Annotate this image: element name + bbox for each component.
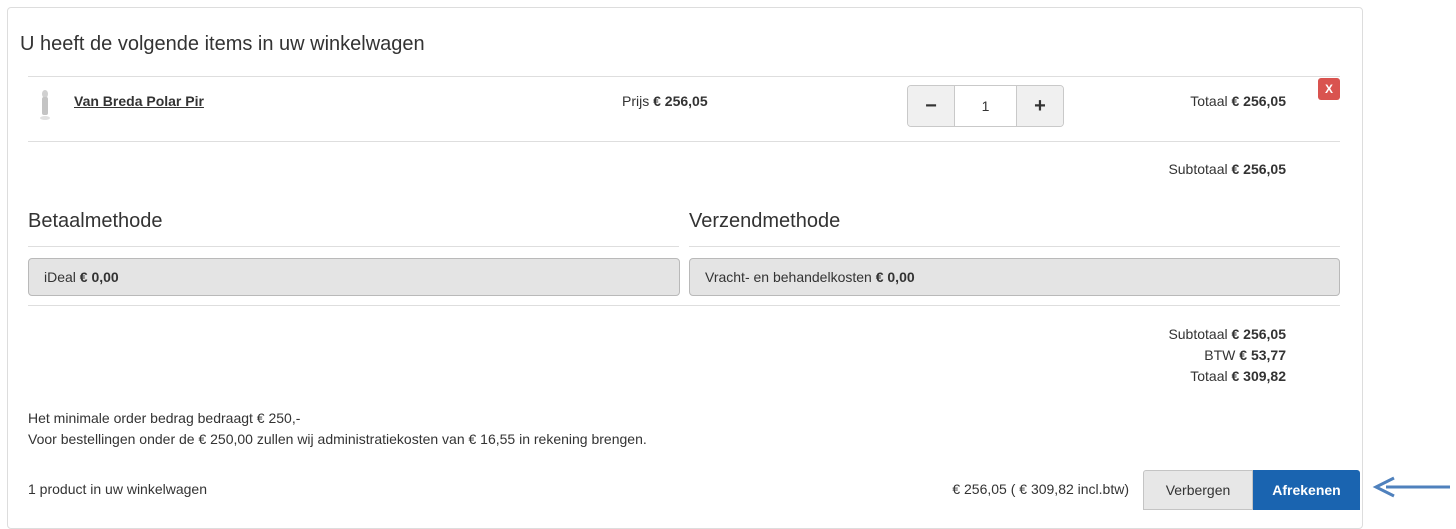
shipping-method-select[interactable]: Vracht- en behandelkosten € 0,00 <box>689 258 1340 296</box>
summary-total: Totaal € 309,82 <box>1190 368 1286 384</box>
summary-vat-value: € 53,77 <box>1239 347 1286 363</box>
divider <box>28 141 1340 142</box>
product-price: Prijs € 256,05 <box>622 93 708 109</box>
cart-subtotal-value: € 256,05 <box>1231 161 1287 177</box>
divider <box>689 246 1340 247</box>
cart-sum: € 256,05 ( € 309,82 incl.btw) <box>952 481 1129 497</box>
summary-subtotal-value: € 256,05 <box>1231 326 1287 342</box>
payment-method-select[interactable]: iDeal € 0,00 <box>28 258 680 296</box>
summary-subtotal-label: Subtotaal <box>1168 326 1228 342</box>
hide-cart-button[interactable]: Verbergen <box>1143 470 1253 510</box>
product-thumbnail[interactable] <box>38 88 52 121</box>
quantity-input[interactable] <box>955 86 1016 126</box>
payment-method-title: Betaalmethode <box>28 210 163 232</box>
checkout-button[interactable]: Afrekenen <box>1253 470 1360 510</box>
minimum-order-note: Het minimale order bedrag bedraagt € 250… <box>28 410 301 426</box>
decrease-quantity-button[interactable]: − <box>908 86 955 126</box>
shipping-method-label: Vracht- en behandelkosten <box>705 269 872 285</box>
summary-vat: BTW € 53,77 <box>1204 347 1286 363</box>
row-total: Totaal € 256,05 <box>1190 93 1286 109</box>
cart-count: 1 product in uw winkelwagen <box>28 481 207 497</box>
payment-method-amount: € 0,00 <box>79 269 119 285</box>
divider <box>28 246 679 247</box>
increase-quantity-button[interactable]: + <box>1016 86 1063 126</box>
row-total-label: Totaal <box>1190 93 1228 109</box>
quantity-stepper: − + <box>907 85 1064 127</box>
summary-total-value: € 309,82 <box>1231 368 1287 384</box>
admin-fee-note: Voor bestellingen onder de € 250,00 zull… <box>28 431 647 447</box>
shipping-method-amount: € 0,00 <box>875 269 915 285</box>
payment-method-label: iDeal <box>44 269 76 285</box>
cart-heading: U heeft de volgende items in uw winkelwa… <box>20 33 425 55</box>
row-total-value: € 256,05 <box>1231 93 1287 109</box>
divider <box>28 305 1340 306</box>
divider <box>28 76 1340 77</box>
cart-subtotal-label: Subtotaal <box>1168 161 1228 177</box>
cart-subtotal: Subtotaal € 256,05 <box>1168 161 1286 177</box>
price-value: € 256,05 <box>653 93 708 109</box>
product-name-link[interactable]: Van Breda Polar Pir <box>74 93 204 109</box>
summary-subtotal: Subtotaal € 256,05 <box>1168 326 1286 342</box>
remove-item-button[interactable]: X <box>1318 78 1340 100</box>
summary-total-label: Totaal <box>1190 368 1228 384</box>
summary-vat-label: BTW <box>1204 347 1236 363</box>
shipping-method-title: Verzendmethode <box>689 210 841 232</box>
price-label: Prijs <box>622 93 650 109</box>
arrow-left-icon <box>1372 476 1450 498</box>
